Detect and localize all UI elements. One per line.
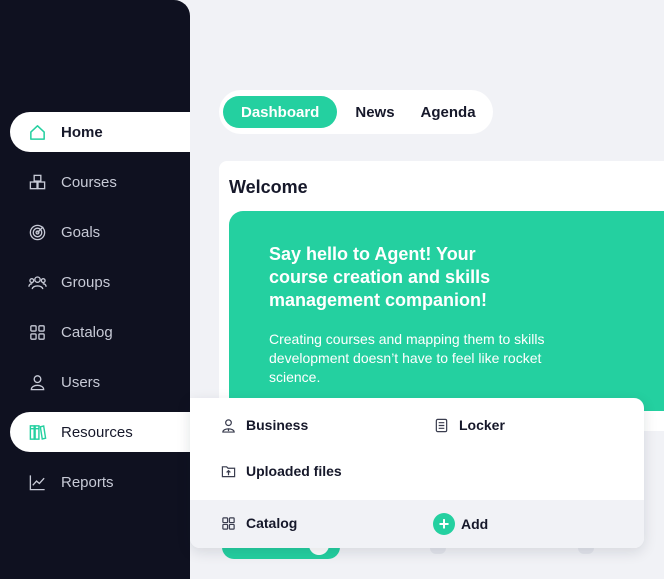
menu-item-business[interactable]: Business bbox=[220, 417, 308, 433]
welcome-card: Welcome Say hello to Agent! Your course … bbox=[219, 161, 664, 431]
sidebar-item-home[interactable]: Home bbox=[10, 112, 190, 152]
footer-catalog-link[interactable]: Catalog bbox=[220, 515, 297, 531]
dashboard-tabs: Dashboard News Agenda bbox=[219, 90, 493, 134]
line-chart-icon bbox=[27, 472, 47, 492]
sidebar-item-users[interactable]: Users bbox=[10, 362, 190, 402]
hero-title: Say hello to Agent! Your course creation… bbox=[269, 244, 491, 310]
books-icon bbox=[27, 422, 47, 442]
users-group-icon bbox=[27, 272, 47, 292]
add-button[interactable]: + Add bbox=[433, 513, 488, 535]
sidebar-item-reports[interactable]: Reports bbox=[10, 462, 190, 502]
sidebar-item-label: Courses bbox=[61, 173, 117, 191]
sidebar-item-label: Goals bbox=[61, 223, 101, 241]
business-icon bbox=[220, 417, 236, 433]
menu-item-label: Business bbox=[246, 417, 309, 433]
grid-icon bbox=[220, 515, 236, 531]
sidebar: Home Courses Goals Groups Catalog Users bbox=[0, 0, 190, 579]
cubes-icon bbox=[27, 172, 47, 192]
sidebar-item-label: Catalog bbox=[61, 323, 113, 341]
user-icon bbox=[27, 372, 47, 392]
footer-catalog-label: Catalog bbox=[246, 515, 298, 531]
upload-folder-icon bbox=[220, 463, 236, 479]
grid-icon bbox=[27, 322, 47, 342]
target-icon bbox=[27, 222, 47, 242]
menu-item-label: Uploaded files bbox=[246, 463, 342, 479]
menu-item-uploaded-files[interactable]: Uploaded files bbox=[220, 463, 342, 479]
sidebar-item-label: Resources bbox=[61, 423, 133, 441]
tab-agenda[interactable]: Agenda bbox=[411, 96, 492, 128]
menu-item-locker[interactable]: Locker bbox=[433, 417, 505, 433]
home-icon bbox=[27, 122, 47, 142]
add-label: Add bbox=[461, 516, 489, 532]
sidebar-item-label: Groups bbox=[61, 273, 111, 291]
sidebar-item-courses[interactable]: Courses bbox=[10, 162, 190, 202]
plus-icon: + bbox=[433, 513, 455, 535]
sidebar-item-catalog[interactable]: Catalog bbox=[10, 312, 190, 352]
locker-icon bbox=[433, 417, 449, 433]
sidebar-item-groups[interactable]: Groups bbox=[10, 262, 190, 302]
menu-item-label: Locker bbox=[459, 417, 505, 433]
resources-dropdown: Business Locker Uploaded files Catalog +… bbox=[190, 398, 644, 548]
sidebar-item-label: Users bbox=[61, 373, 101, 391]
dropdown-footer: Catalog + Add bbox=[190, 500, 644, 548]
sidebar-item-goals[interactable]: Goals bbox=[10, 212, 190, 252]
tab-news[interactable]: News bbox=[337, 96, 410, 128]
tab-dashboard[interactable]: Dashboard bbox=[223, 96, 338, 128]
welcome-title: Welcome bbox=[229, 177, 308, 197]
hero-text: Creating courses and mapping them to ski… bbox=[269, 331, 545, 385]
sidebar-item-label: Home bbox=[61, 123, 103, 141]
sidebar-item-resources[interactable]: Resources bbox=[10, 412, 190, 452]
sidebar-item-label: Reports bbox=[61, 473, 114, 491]
welcome-hero-banner: Say hello to Agent! Your course creation… bbox=[229, 211, 664, 411]
